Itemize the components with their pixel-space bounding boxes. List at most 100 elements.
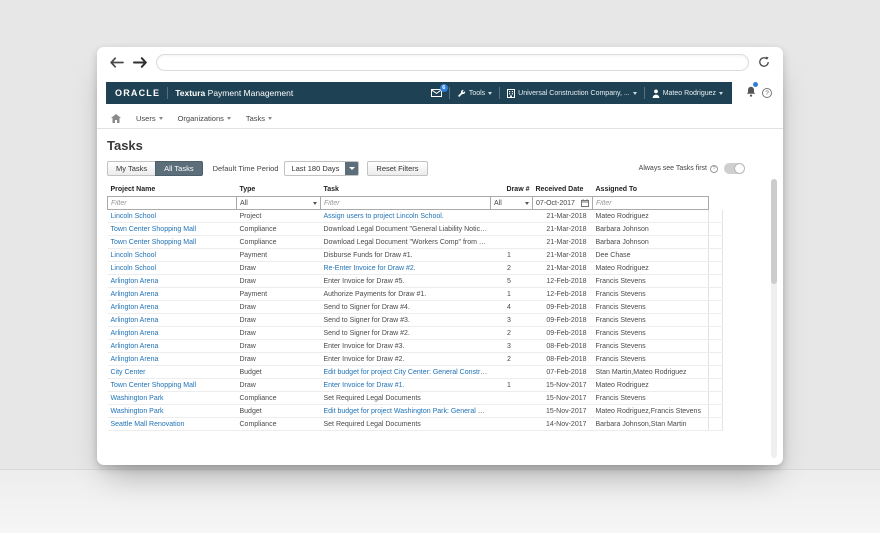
draw-number: 2 (490, 352, 533, 366)
my-tasks-button[interactable]: My Tasks (107, 161, 157, 176)
task-label[interactable]: Send to Signer for Draw #4. (324, 304, 410, 311)
row-gutter (708, 313, 723, 327)
col-draw: Draw # (506, 186, 530, 193)
company-menu[interactable]: Universal Construction Company, ... (507, 88, 637, 98)
messages-button[interactable]: 6 (430, 84, 448, 97)
task-label[interactable]: Send to Signer for Draw #3. (324, 317, 410, 324)
task-label[interactable]: Download Legal Document "General Liabili… (324, 226, 491, 233)
project-name-link[interactable]: Lincoln School (111, 265, 157, 272)
draw-number: 2 (490, 326, 533, 340)
task-label[interactable]: Enter Invoice for Draw #2. (324, 356, 405, 363)
assigned-filter-input[interactable] (593, 197, 708, 209)
row-gutter (708, 365, 723, 379)
assigned-to: Francis Stevens (592, 391, 709, 405)
browser-window: ORACLE Textura Payment Management 6 Tool… (97, 47, 783, 465)
page-scrollbar[interactable] (771, 179, 777, 458)
browser-refresh-icon[interactable] (758, 56, 770, 68)
project-name-link[interactable]: Washington Park (111, 395, 164, 402)
task-label[interactable]: Enter Invoice for Draw #5. (324, 278, 405, 285)
chevron-down-icon (488, 91, 493, 95)
chevron-down-icon (632, 91, 637, 95)
draw-filter-select[interactable]: All (491, 197, 532, 209)
col-task: Task (323, 186, 339, 193)
date-filter-input[interactable]: 07-Oct-2017 (533, 197, 592, 209)
task-label[interactable]: Set Required Legal Documents (324, 395, 421, 402)
row-gutter (708, 391, 723, 405)
task-label[interactable]: Set Required Legal Documents (324, 421, 421, 428)
browser-back-icon[interactable] (110, 56, 124, 68)
table-row: Town Center Shopping Mall Compliance Dow… (107, 235, 723, 249)
project-filter-input[interactable] (108, 197, 236, 209)
assigned-to: Francis Stevens (592, 287, 709, 301)
assigned-to: Mateo Rodriguez (592, 209, 709, 223)
task-label[interactable]: Edit budget for project City Center: Gen… (324, 369, 491, 376)
project-name-link[interactable]: Arlington Arena (111, 317, 159, 324)
task-label[interactable]: Edit budget for project Washington Park:… (324, 408, 491, 415)
header-divider (167, 87, 169, 99)
header-utility-area: ? (732, 82, 774, 104)
user-menu[interactable]: Mateo Rodriguez (652, 89, 723, 98)
received-date: 21-Mar-2018 (532, 261, 593, 275)
project-name-link[interactable]: Lincoln School (111, 252, 157, 259)
info-icon[interactable]: ? (710, 164, 718, 173)
notifications-button[interactable] (746, 82, 758, 102)
row-gutter (708, 417, 723, 431)
scrollbar-thumb[interactable] (771, 179, 777, 284)
task-filter-input[interactable] (321, 197, 490, 209)
project-name-link[interactable]: Town Center Shopping Mall (111, 226, 197, 233)
type-filter-select[interactable]: All (237, 197, 320, 209)
received-date: 09-Feb-2018 (532, 313, 593, 327)
nav-item-tasks[interactable]: Tasks (246, 114, 273, 123)
browser-forward-icon[interactable] (133, 56, 147, 68)
row-gutter (708, 235, 723, 249)
project-name-link[interactable]: Arlington Arena (111, 343, 159, 350)
always-see-tasks-toggle[interactable] (724, 163, 745, 174)
project-name-link[interactable]: Arlington Arena (111, 278, 159, 285)
received-date: 12-Feb-2018 (532, 274, 593, 288)
project-name-link[interactable]: Town Center Shopping Mall (111, 239, 197, 246)
tasks-table: Project Name Type Task Draw # Received D… (107, 184, 723, 431)
task-label[interactable]: Authorize Payments for Draw #1. (324, 291, 427, 298)
calendar-icon (581, 199, 589, 207)
project-name-link[interactable]: Town Center Shopping Mall (111, 382, 197, 389)
task-label[interactable]: Download Legal Document "Workers Comp" f… (324, 239, 491, 246)
task-type: Draw (236, 261, 321, 275)
task-label[interactable]: Enter Invoice for Draw #1. (324, 382, 405, 389)
tools-menu[interactable]: Tools (457, 89, 493, 98)
reset-filters-button[interactable]: Reset Filters (367, 161, 428, 176)
time-period-select[interactable]: Last 180 Days (284, 161, 360, 176)
toggle-knob (735, 164, 744, 173)
help-button[interactable]: ? (762, 88, 772, 98)
project-name-link[interactable]: Seattle Mall Renovation (111, 421, 185, 428)
draw-number: 1 (490, 378, 533, 392)
col-type: Type (239, 186, 256, 193)
always-see-tasks-setting: Always see Tasks first ? (639, 163, 745, 174)
draw-number (490, 417, 533, 431)
browser-toolbar (97, 47, 783, 77)
url-bar[interactable] (156, 53, 749, 71)
task-label[interactable]: Disburse Funds for Draw #1. (324, 252, 413, 259)
project-name-link[interactable]: City Center (111, 369, 146, 376)
project-name-link[interactable]: Lincoln School (111, 213, 157, 220)
project-name-link[interactable]: Arlington Arena (111, 330, 159, 337)
draw-number: 3 (490, 339, 533, 353)
task-type: Payment (236, 287, 321, 301)
task-label[interactable]: Re-Enter Invoice for Draw #2. (324, 265, 416, 272)
assigned-to: Francis Stevens (592, 274, 709, 288)
nav-item-users[interactable]: Users (136, 114, 163, 123)
task-label[interactable]: Send to Signer for Draw #2. (324, 330, 410, 337)
table-header-row: Project Name Type Task Draw # Received D… (108, 184, 723, 197)
task-label[interactable]: Enter Invoice for Draw #3. (324, 343, 405, 350)
project-name-link[interactable]: Arlington Arena (111, 356, 159, 363)
project-name-link[interactable]: Washington Park (111, 408, 164, 415)
project-name-link[interactable]: Arlington Arena (111, 291, 159, 298)
all-tasks-button[interactable]: All Tasks (155, 161, 203, 176)
table-row: Lincoln School Payment Disburse Funds fo… (107, 248, 723, 262)
home-icon[interactable] (111, 113, 121, 123)
table-row: Arlington Arena Draw Send to Signer for … (107, 326, 723, 340)
project-name-link[interactable]: Arlington Arena (111, 304, 159, 311)
row-gutter (708, 326, 723, 340)
task-label[interactable]: Assign users to project Lincoln School. (324, 213, 444, 220)
draw-number: 3 (490, 313, 533, 327)
nav-item-organizations[interactable]: Organizations (178, 114, 231, 123)
